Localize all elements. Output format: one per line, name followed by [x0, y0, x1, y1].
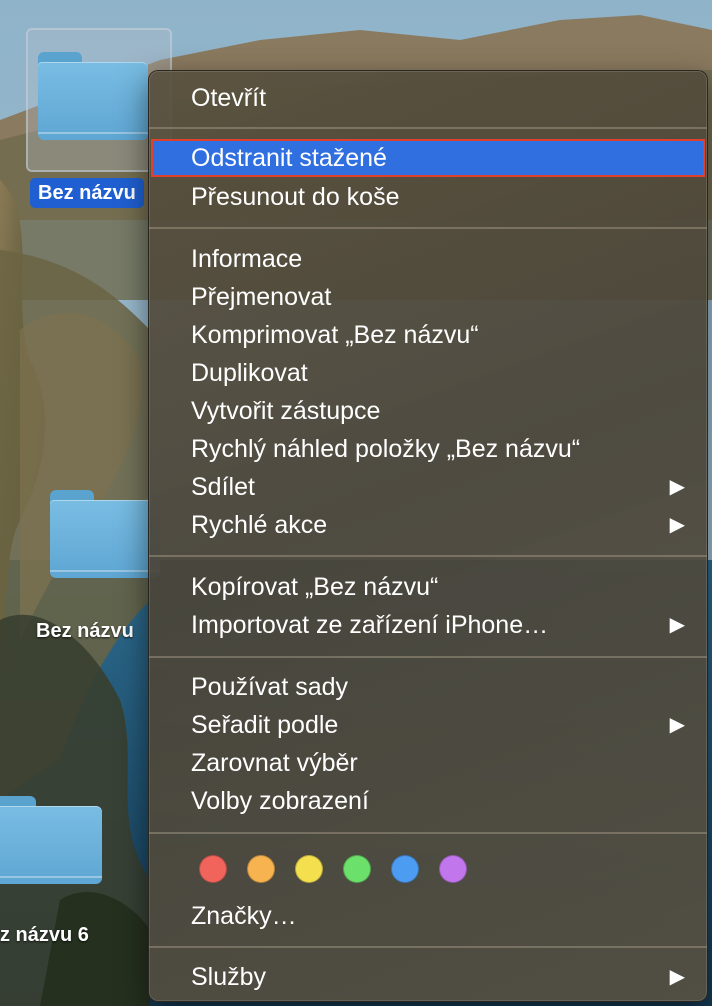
submenu-arrow-icon: ▶: [669, 966, 685, 988]
menu-item-label: Přesunout do koše: [191, 183, 400, 211]
menu-item-make-alias[interactable]: Vytvořit zástupce: [149, 392, 707, 430]
blue-tag-icon[interactable]: [391, 855, 419, 883]
desktop-icon-label[interactable]: Bez názvu: [36, 620, 134, 643]
menu-item-label: Kopírovat „Bez názvu“: [191, 573, 439, 601]
folder-body: [0, 806, 102, 884]
menu-item-label: Služby: [191, 963, 267, 991]
menu-item-label: Seřadit podle: [191, 711, 339, 739]
menu-item-quick-look[interactable]: Rychlý náhled položky „Bez názvu“: [149, 430, 707, 468]
context-menu: Otevřít Odstranit stažené Přesunout do k…: [148, 70, 708, 1002]
menu-item-remove-download[interactable]: Odstranit stažené: [151, 139, 705, 177]
menu-item-label: Komprimovat „Bez názvu“: [191, 321, 479, 349]
menu-separator: [149, 656, 707, 658]
menu-item-label: Přejmenovat: [191, 283, 332, 311]
folder-icon[interactable]: [38, 52, 148, 140]
menu-item-label: Rychlý náhled položky „Bez názvu“: [191, 435, 581, 463]
folder-body: [50, 500, 160, 578]
menu-item-label: Zarovnat výběr: [191, 749, 358, 777]
menu-item-label: Používat sady: [191, 673, 349, 701]
menu-item-duplicate[interactable]: Duplikovat: [149, 354, 707, 392]
menu-item-label: Importovat ze zařízení iPhone…: [191, 611, 549, 639]
menu-item-label: Značky…: [191, 902, 297, 930]
menu-item-rename[interactable]: Přejmenovat: [149, 278, 707, 316]
green-tag-icon[interactable]: [343, 855, 371, 883]
menu-separator: [149, 127, 707, 129]
menu-item-quick-actions[interactable]: Rychlé akce ▶: [149, 506, 707, 544]
folder-icon[interactable]: [50, 490, 160, 578]
menu-item-move-to-trash[interactable]: Přesunout do koše: [149, 178, 707, 216]
menu-separator: [149, 227, 707, 229]
menu-item-label: Duplikovat: [191, 359, 308, 387]
menu-item-label: Sdílet: [191, 473, 255, 501]
submenu-arrow-icon: ▶: [669, 714, 685, 736]
menu-item-label: Informace: [191, 245, 303, 273]
menu-item-label: Vytvořit zástupce: [191, 397, 381, 425]
menu-item-get-info[interactable]: Informace: [149, 240, 707, 278]
submenu-arrow-icon: ▶: [669, 614, 685, 636]
yellow-tag-icon[interactable]: [295, 855, 323, 883]
menu-item-label: Volby zobrazení: [191, 787, 369, 815]
menu-item-label: Otevřít: [191, 84, 267, 112]
menu-item-tags[interactable]: Značky…: [149, 897, 707, 935]
menu-item-services[interactable]: Služby ▶: [149, 958, 707, 996]
menu-item-open[interactable]: Otevřít: [149, 79, 707, 117]
folder-icon[interactable]: [0, 796, 102, 884]
menu-separator: [149, 946, 707, 948]
menu-item-label: Odstranit stažené: [191, 144, 387, 172]
menu-item-use-stacks[interactable]: Používat sady: [149, 668, 707, 706]
menu-item-show-view-options[interactable]: Volby zobrazení: [149, 782, 707, 820]
menu-separator: [149, 832, 707, 834]
menu-item-import-from-iphone[interactable]: Importovat ze zařízení iPhone… ▶: [149, 606, 707, 644]
submenu-arrow-icon: ▶: [669, 476, 685, 498]
menu-item-share[interactable]: Sdílet ▶: [149, 468, 707, 506]
submenu-arrow-icon: ▶: [669, 514, 685, 536]
purple-tag-icon[interactable]: [439, 855, 467, 883]
desktop-icon-label[interactable]: z názvu 6: [0, 924, 89, 947]
menu-item-copy[interactable]: Kopírovat „Bez názvu“: [149, 568, 707, 606]
menu-item-clean-up-selection[interactable]: Zarovnat výběr: [149, 744, 707, 782]
menu-item-label: Rychlé akce: [191, 511, 328, 539]
menu-separator: [149, 555, 707, 557]
menu-item-sort-by[interactable]: Seřadit podle ▶: [149, 706, 707, 744]
menu-item-compress[interactable]: Komprimovat „Bez názvu“: [149, 316, 707, 354]
folder-body: [38, 62, 148, 140]
red-tag-icon[interactable]: [199, 855, 227, 883]
orange-tag-icon[interactable]: [247, 855, 275, 883]
desktop-icon-label-selected[interactable]: Bez názvu: [30, 178, 144, 208]
